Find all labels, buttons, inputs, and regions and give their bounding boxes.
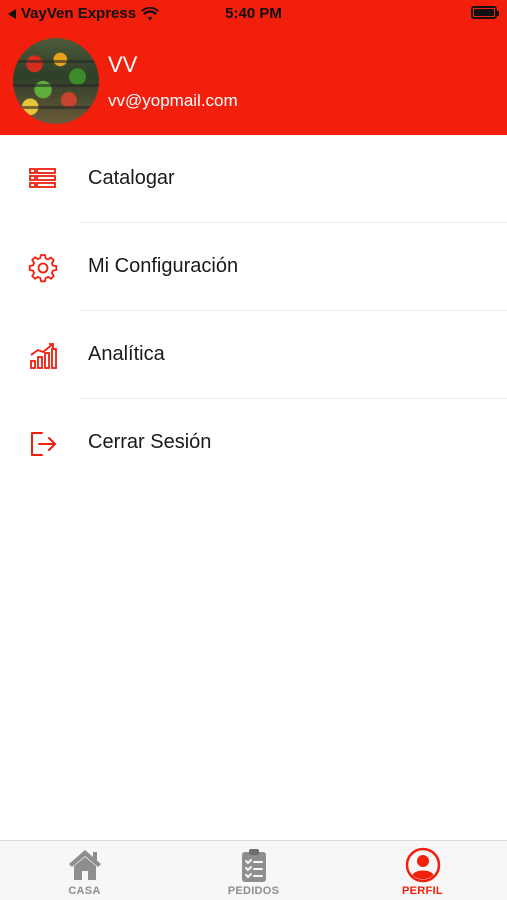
- menu-item-label: Mi Configuración: [88, 255, 239, 277]
- tab-label: PERFIL: [402, 885, 443, 897]
- menu-item-cerrar-sesion[interactable]: Cerrar Sesión: [0, 399, 507, 487]
- tab-perfil[interactable]: PERFIL: [338, 841, 507, 900]
- profile-menu: Catalogar Mi Configuración Analítica Cer…: [0, 135, 507, 487]
- menu-item-label: Analítica: [88, 343, 165, 365]
- clipboard-icon: [241, 849, 266, 882]
- tab-bar: CASA PEDIDOS PERFIL: [0, 840, 507, 900]
- status-time: 5:40 PM: [225, 5, 282, 22]
- home-icon: [68, 850, 101, 880]
- status-bar: VayVen Express 5:40 PM: [0, 0, 507, 30]
- tab-label: PEDIDOS: [227, 885, 280, 897]
- tab-casa[interactable]: CASA: [0, 841, 169, 900]
- avatar[interactable]: [13, 38, 99, 124]
- chart-growth-icon: [30, 343, 57, 369]
- menu-item-analitica[interactable]: Analítica: [0, 311, 507, 399]
- tab-pedidos[interactable]: PEDIDOS: [169, 841, 338, 900]
- tab-label: CASA: [68, 885, 101, 897]
- profile-email: vv@yopmail.com: [108, 91, 238, 110]
- profile-name: VV: [108, 52, 138, 77]
- battery-icon: [471, 6, 499, 19]
- profile-screen: VayVen Express 5:40 PM VV vv@yopmail.com: [0, 0, 507, 900]
- menu-item-label: Catalogar: [88, 167, 175, 189]
- list-icon: [29, 168, 56, 188]
- user-circle-icon: [405, 847, 440, 883]
- menu-item-label: Cerrar Sesión: [88, 431, 212, 453]
- profile-header: VayVen Express 5:40 PM VV vv@yopmail.com: [0, 0, 507, 135]
- menu-item-configuracion[interactable]: Mi Configuración: [0, 223, 507, 311]
- logout-icon: [31, 432, 56, 456]
- gear-icon: [28, 254, 58, 283]
- battery-indicator: [471, 6, 499, 19]
- menu-item-catalogar[interactable]: Catalogar: [0, 135, 507, 223]
